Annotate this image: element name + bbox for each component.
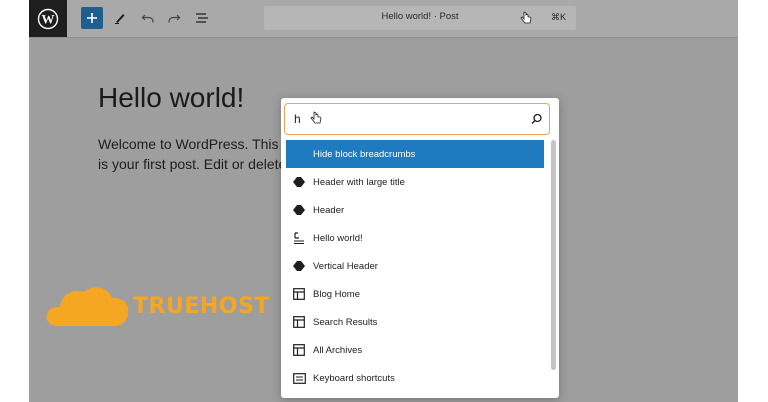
palette-item-label: Vertical Header	[313, 260, 378, 272]
command-palette: h Hide block breadcrumbs Header with lar…	[281, 98, 559, 398]
pen-icon[interactable]	[109, 7, 131, 29]
palette-item[interactable]: Blog Home	[286, 280, 544, 308]
palette-item[interactable]: Header	[286, 196, 544, 224]
palette-item[interactable]: Vertical Header	[286, 252, 544, 280]
cloud-icon	[46, 287, 129, 326]
keyboard-icon	[292, 371, 306, 385]
shortcut-hint: ⌘K	[551, 12, 567, 22]
palette-item[interactable]: Hide block breadcrumbs	[286, 140, 544, 168]
diamond-icon	[292, 259, 306, 273]
hand-cursor-icon	[519, 11, 533, 30]
palette-item-label: Header with large title	[313, 176, 405, 188]
palette-item[interactable]: Header with large title	[286, 168, 544, 196]
truehost-logo: TRUEHOST	[44, 282, 274, 332]
palette-item-label: All Archives	[313, 344, 363, 356]
palette-scrollbar[interactable]	[551, 140, 556, 370]
search-icon	[531, 112, 543, 130]
palette-item[interactable]: Hello world!	[286, 224, 544, 252]
command-bar[interactable]: Hello world! · Post ⌘K	[264, 6, 576, 30]
undo-icon[interactable]	[137, 7, 159, 29]
search-input[interactable]: h	[294, 112, 301, 126]
hand-cursor-icon	[309, 111, 323, 130]
list-view-icon[interactable]	[191, 7, 213, 29]
palette-item-label: Header	[313, 204, 345, 216]
post-icon	[292, 231, 306, 245]
diamond-icon	[292, 203, 306, 217]
layout-icon	[292, 343, 306, 357]
redo-icon[interactable]	[163, 7, 185, 29]
brand-name: TRUEHOST	[133, 294, 270, 319]
post-paragraph[interactable]: Welcome to WordPress. This is your first…	[98, 134, 288, 176]
post-title[interactable]: Hello world!	[98, 82, 244, 114]
svg-text:W: W	[42, 11, 55, 26]
palette-item-label: Blog Home	[313, 288, 360, 300]
palette-item-label: Search Results	[313, 316, 378, 328]
palette-item-label: Keyboard shortcuts	[313, 372, 395, 384]
layout-icon	[292, 287, 306, 301]
plus-icon[interactable]	[81, 7, 103, 29]
diamond-icon	[292, 175, 306, 189]
layout-icon	[292, 315, 306, 329]
palette-item[interactable]: All Archives	[286, 336, 544, 364]
editor-app: W Hello world! · Post ⌘K Hello world! We…	[29, 0, 738, 402]
palette-item[interactable]: Search Results	[286, 308, 544, 336]
blank-icon	[292, 147, 306, 161]
wordpress-icon[interactable]: W	[29, 0, 67, 37]
palette-search-field[interactable]: h	[284, 103, 550, 135]
palette-item[interactable]: Keyboard shortcuts	[286, 364, 544, 392]
palette-item-label: Hello world!	[313, 232, 363, 244]
palette-results: Hide block breadcrumbs Header with large…	[286, 140, 544, 392]
editor-toolbar: W Hello world! · Post ⌘K	[29, 0, 738, 38]
palette-item-label: Hide block breadcrumbs	[313, 148, 416, 160]
